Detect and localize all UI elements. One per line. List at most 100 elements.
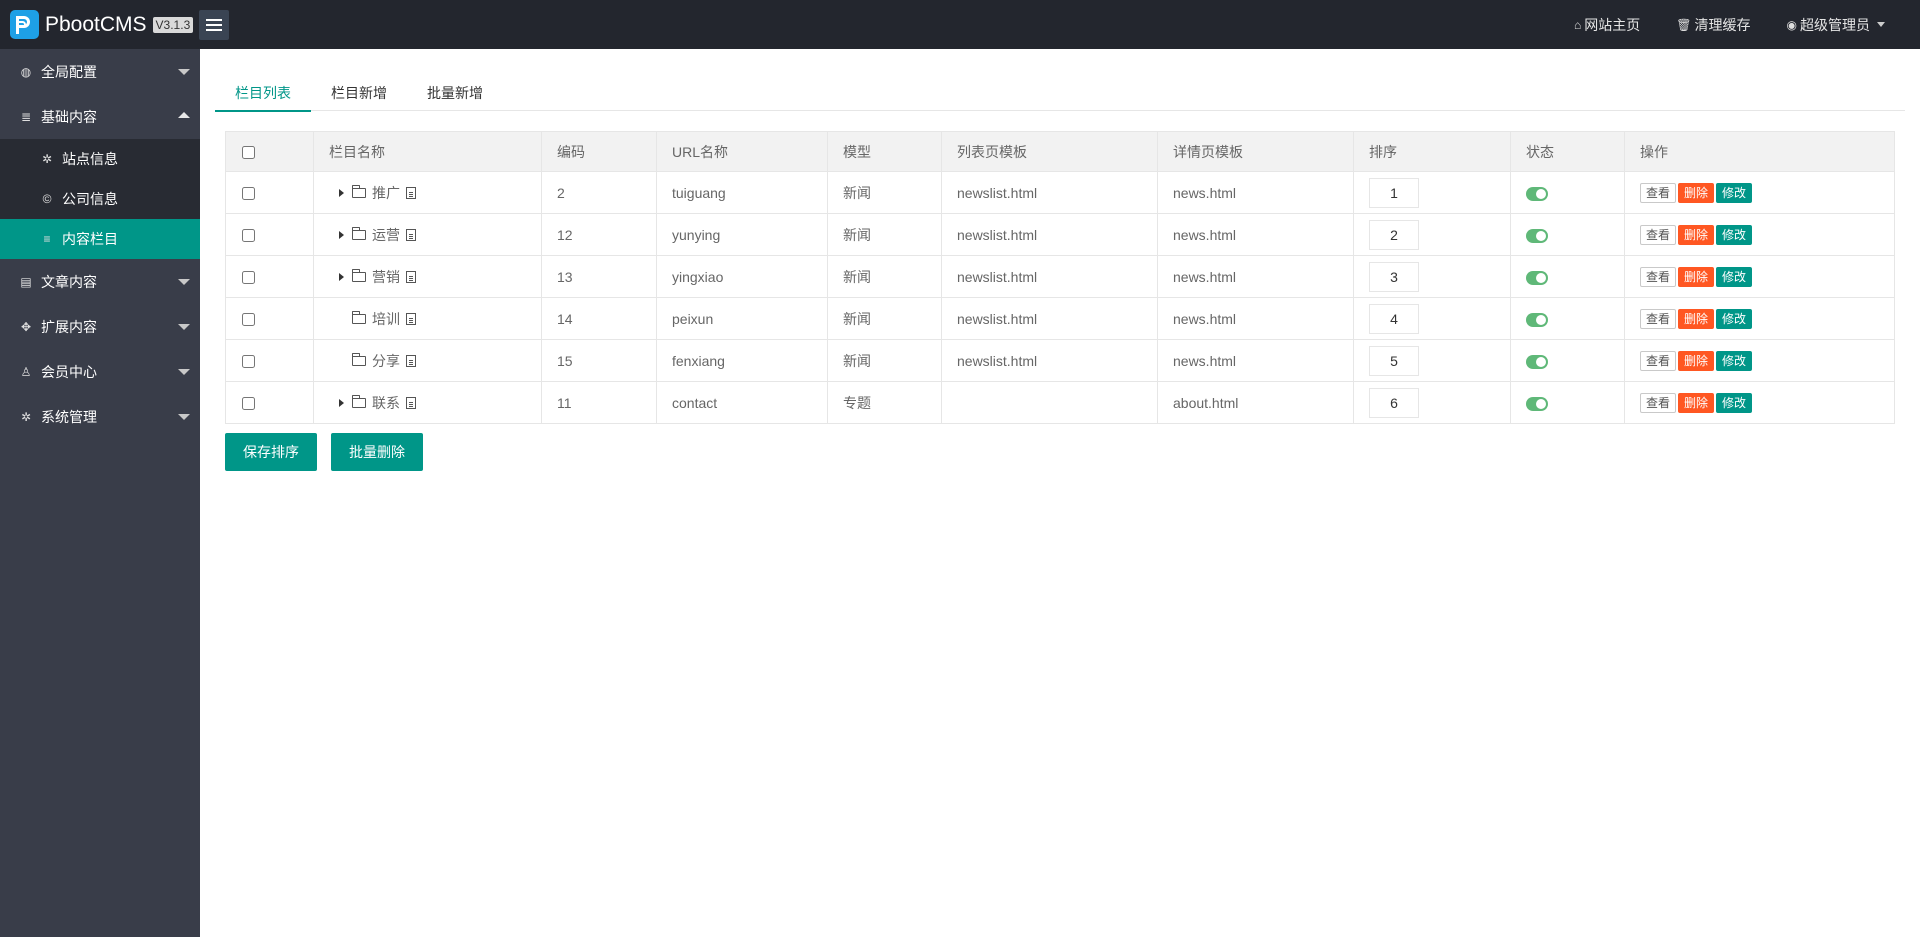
edit-button[interactable]: 修改 bbox=[1716, 392, 1753, 413]
status-cell bbox=[1510, 297, 1625, 340]
row-checkbox[interactable] bbox=[242, 187, 255, 201]
row-checkbox[interactable] bbox=[242, 355, 255, 369]
sidebar-toggle-button[interactable] bbox=[199, 9, 229, 40]
code-cell: 14 bbox=[541, 297, 657, 340]
sidebar-item-5[interactable]: ✲ 系统管理 bbox=[0, 394, 200, 439]
model-cell: 新闻 bbox=[827, 297, 942, 340]
sidebar-subitem-label: 公司信息 bbox=[62, 191, 118, 207]
status-toggle[interactable] bbox=[1526, 186, 1548, 201]
header-link-label: 超级管理员 bbox=[1800, 16, 1870, 33]
url-cell: yingxiao bbox=[656, 255, 828, 298]
header-link-1[interactable]: 🗑 清理缓存 bbox=[1676, 15, 1750, 35]
detail-tpl-cell: news.html bbox=[1157, 255, 1354, 298]
detail-tpl-cell: about.html bbox=[1157, 381, 1354, 424]
column-header: 详情页模板 bbox=[1157, 131, 1354, 172]
sidebar-item-0[interactable]: ◍ 全局配置 bbox=[0, 49, 200, 94]
view-button[interactable]: 查看 bbox=[1640, 182, 1677, 203]
sidebar-item-label: 全局配置 bbox=[41, 63, 97, 80]
caret-down-icon bbox=[178, 324, 190, 330]
model-cell: 专题 bbox=[827, 381, 942, 424]
sidebar-item-3[interactable]: ✥ 扩展内容 bbox=[0, 304, 200, 349]
list-tpl-cell: newslist.html bbox=[941, 213, 1158, 256]
operation-cell: 查看 删除 修改 bbox=[1624, 339, 1895, 382]
view-button[interactable]: 查看 bbox=[1640, 392, 1677, 413]
row-checkbox[interactable] bbox=[242, 397, 255, 411]
category-name: 运营 bbox=[329, 225, 526, 245]
tab-1[interactable]: 栏目新增 bbox=[311, 75, 407, 111]
select-all-checkbox[interactable] bbox=[242, 146, 255, 160]
trash-icon: 🗑 bbox=[1676, 17, 1692, 32]
sidebar-item-4[interactable]: ♙ 会员中心 bbox=[0, 349, 200, 394]
delete-button[interactable]: 删除 bbox=[1678, 182, 1715, 203]
edit-button[interactable]: 修改 bbox=[1716, 350, 1753, 371]
row-select-cell bbox=[225, 171, 314, 214]
status-toggle[interactable] bbox=[1526, 270, 1548, 285]
status-toggle[interactable] bbox=[1526, 396, 1548, 411]
column-header: 操作 bbox=[1624, 131, 1895, 172]
save-sort-button[interactable]: 保存排序 bbox=[225, 433, 317, 471]
edit-button[interactable]: 修改 bbox=[1716, 266, 1753, 287]
header-link-2[interactable]: ◉ 超级管理员 bbox=[1787, 15, 1885, 35]
column-header: 列表页模板 bbox=[941, 131, 1158, 172]
status-cell bbox=[1510, 339, 1625, 382]
sort-input[interactable] bbox=[1369, 261, 1419, 292]
model-cell: 新闻 bbox=[827, 213, 942, 256]
expand-arrow-icon[interactable] bbox=[339, 272, 344, 281]
sort-input[interactable] bbox=[1369, 387, 1419, 418]
sort-cell bbox=[1353, 255, 1511, 298]
row-select-cell bbox=[225, 297, 314, 340]
header-link-0[interactable]: ⌂ 网站主页 bbox=[1574, 15, 1640, 35]
status-cell bbox=[1510, 213, 1625, 256]
table-row: 运营 12yunying新闻newslist.htmlnews.html 查看删除修… bbox=[225, 213, 1895, 256]
tab-0[interactable]: 栏目列表 bbox=[215, 75, 311, 112]
logo[interactable]: PbootCMS V3.1.3 bbox=[0, 0, 200, 49]
sort-input[interactable] bbox=[1369, 345, 1419, 376]
sidebar-subitem-0[interactable]: ✲ 站点信息 bbox=[0, 139, 200, 179]
delete-button[interactable]: 删除 bbox=[1678, 308, 1715, 329]
edit-button[interactable]: 修改 bbox=[1716, 308, 1753, 329]
delete-button[interactable]: 删除 bbox=[1678, 350, 1715, 371]
expand-icon: ✥ bbox=[20, 319, 32, 334]
category-name: 分享 bbox=[329, 351, 526, 371]
cog-icon: ✲ bbox=[20, 409, 32, 424]
sort-cell bbox=[1353, 171, 1511, 214]
batch-delete-button[interactable]: 批量删除 bbox=[331, 433, 423, 471]
gear-icon: ✲ bbox=[41, 152, 53, 166]
sort-cell bbox=[1353, 297, 1511, 340]
sidebar-subitem-2[interactable]: ≡ 内容栏目 bbox=[0, 219, 200, 259]
list-tpl-cell: newslist.html bbox=[941, 297, 1158, 340]
category-name-label: 运营 bbox=[372, 226, 400, 243]
delete-button[interactable]: 删除 bbox=[1678, 392, 1715, 413]
delete-button[interactable]: 删除 bbox=[1678, 266, 1715, 287]
row-checkbox[interactable] bbox=[242, 229, 255, 243]
list-icon: ≡ bbox=[43, 232, 51, 246]
edit-button[interactable]: 修改 bbox=[1716, 182, 1753, 203]
globe-icon: ◍ bbox=[20, 64, 32, 79]
document-icon bbox=[406, 270, 416, 283]
url-cell: tuiguang bbox=[656, 171, 828, 214]
row-checkbox[interactable] bbox=[242, 313, 255, 327]
sidebar-item-2[interactable]: ▤ 文章内容 bbox=[0, 259, 200, 304]
sort-input[interactable] bbox=[1369, 177, 1419, 208]
row-checkbox[interactable] bbox=[242, 271, 255, 285]
status-toggle[interactable] bbox=[1526, 354, 1548, 369]
header-link-label: 清理缓存 bbox=[1694, 16, 1751, 33]
view-button[interactable]: 查看 bbox=[1640, 266, 1677, 287]
status-toggle[interactable] bbox=[1526, 312, 1548, 327]
expand-arrow-icon[interactable] bbox=[339, 230, 344, 239]
edit-button[interactable]: 修改 bbox=[1716, 224, 1753, 245]
view-button[interactable]: 查看 bbox=[1640, 308, 1677, 329]
view-button[interactable]: 查看 bbox=[1640, 224, 1677, 245]
expand-arrow-icon[interactable] bbox=[339, 188, 344, 197]
tab-2[interactable]: 批量新增 bbox=[407, 75, 503, 111]
table-row: 营销 13yingxiao新闻newslist.htmlnews.html 查看删除… bbox=[225, 255, 1895, 298]
expand-arrow-icon[interactable] bbox=[339, 398, 344, 407]
delete-button[interactable]: 删除 bbox=[1678, 224, 1715, 245]
sort-input[interactable] bbox=[1369, 303, 1419, 334]
sidebar-subitem-1[interactable]: © 公司信息 bbox=[0, 179, 200, 219]
view-button[interactable]: 查看 bbox=[1640, 350, 1677, 371]
sort-input[interactable] bbox=[1369, 219, 1419, 250]
status-toggle[interactable] bbox=[1526, 228, 1548, 243]
sidebar-item-1[interactable]: ≣ 基础内容 bbox=[0, 94, 200, 139]
document-icon bbox=[406, 396, 416, 409]
